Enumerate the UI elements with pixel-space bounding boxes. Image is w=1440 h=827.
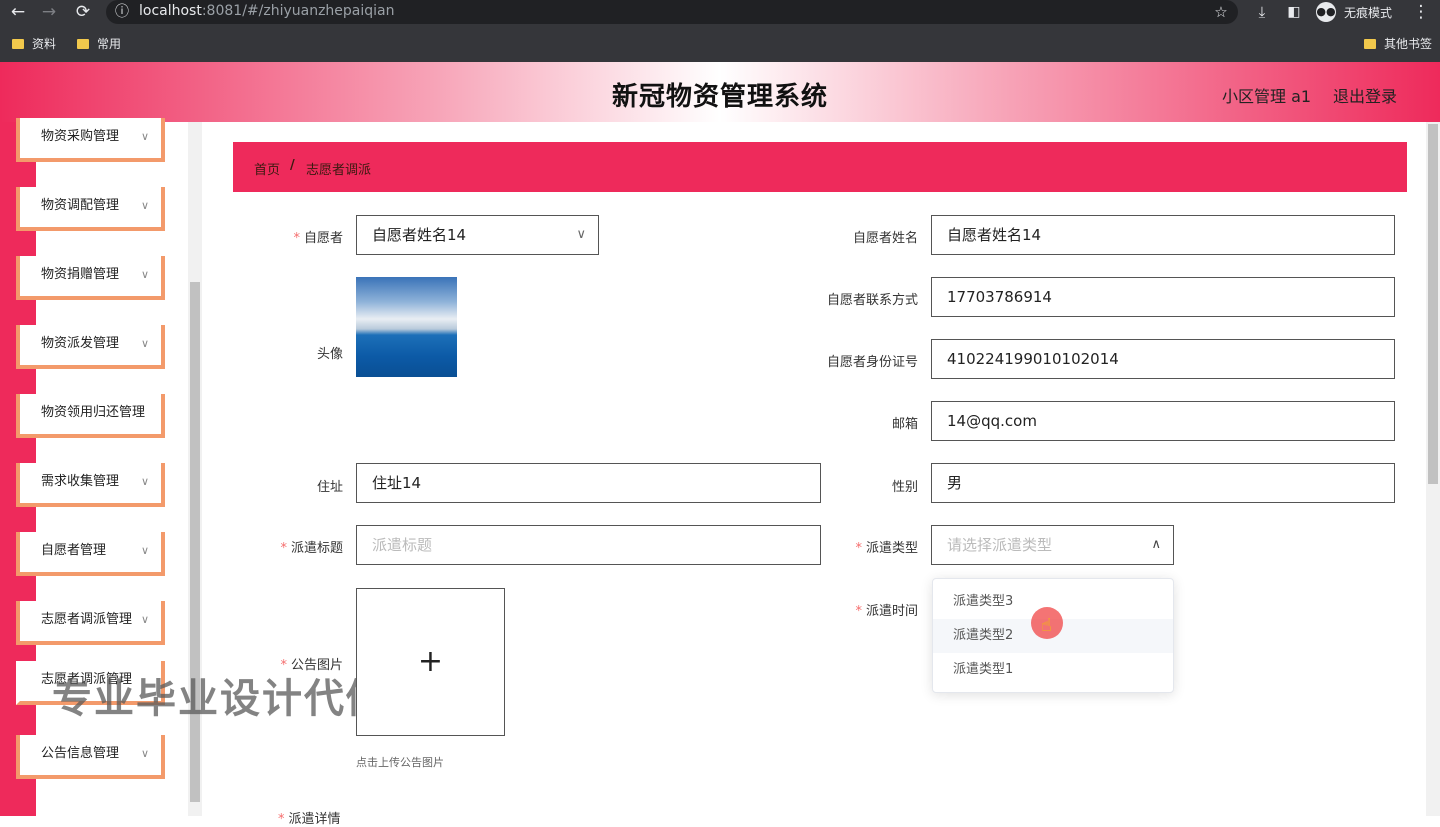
sidebar-item-label: 物资捐赠管理 <box>41 267 120 282</box>
url-text[interactable]: localhost:8081/#/zhiyuanzhepaiqian <box>139 3 395 19</box>
label-text: 自愿者 <box>303 231 343 246</box>
upload-tip: 点击上传公告图片 <box>356 756 444 769</box>
sidebar-item[interactable]: 自愿者管理 ∨ <box>16 532 165 576</box>
dispatch-detail-label: * 派遣详情 <box>278 812 341 827</box>
sidebar-item-label: 物资领用归还管理 <box>41 405 146 420</box>
breadcrumb-separator: / <box>290 158 295 173</box>
url-host: localhost <box>139 3 202 19</box>
idcard-input[interactable]: 410224199010102014 <box>931 339 1395 379</box>
bookmark-bar <box>0 24 1440 62</box>
chevron-down-icon: ∨ <box>140 613 149 626</box>
menu-dots-icon[interactable]: ⋮ <box>1410 1 1432 23</box>
download-icon[interactable]: ⤓ <box>1251 1 1273 23</box>
idcard-label: 自愿者身份证号 <box>826 355 918 370</box>
select-value: 自愿者姓名14 <box>372 226 467 244</box>
sidebar-item-label: 公告信息管理 <box>41 746 120 761</box>
phone-input[interactable]: 17703786914 <box>931 277 1395 317</box>
sidebar-item[interactable]: 公告信息管理 ∨ <box>16 735 165 779</box>
sidebar-item-label: 需求收集管理 <box>41 474 120 489</box>
label-text: 派遣类型 <box>865 541 918 556</box>
sidepanel-icon[interactable]: ◧ <box>1283 1 1305 23</box>
email-label: 邮箱 <box>891 417 918 432</box>
notice-image-label: * 公告图片 <box>280 658 343 673</box>
chevron-down-icon: ∨ <box>140 337 149 350</box>
chevron-down-icon: ∨ <box>140 199 149 212</box>
name-input[interactable]: 自愿者姓名14 <box>931 215 1395 255</box>
chevron-down-icon: ∨ <box>140 747 149 760</box>
logout-link[interactable]: 退出登录 <box>1333 83 1397 107</box>
dispatch-type-select[interactable]: 请选择派遣类型 ∧ <box>931 525 1174 565</box>
incognito-label: 无痕模式 <box>1344 6 1393 20</box>
main-scroll-thumb[interactable] <box>1428 124 1438 484</box>
dispatch-title-label: * 派遣标题 <box>280 541 343 556</box>
breadcrumb <box>233 142 1407 192</box>
sidebar-item[interactable]: 需求收集管理 ∨ <box>16 463 165 507</box>
gender-label: 性别 <box>891 480 918 495</box>
sidebar-item-label: 物资调配管理 <box>41 198 120 213</box>
name-label: 自愿者姓名 <box>852 231 918 246</box>
bookmark-item[interactable]: 资料 <box>12 35 56 52</box>
upload-box[interactable]: + <box>356 588 505 736</box>
label-text: 派遣详情 <box>288 812 341 827</box>
sidebar-item[interactable]: 物资领用归还管理 <box>16 394 165 438</box>
watermark-text: 专业毕业设计代做 <box>52 676 388 722</box>
forward-icon[interactable]: → <box>38 1 60 23</box>
url-path: :8081/#/zhiyuanzhepaiqian <box>201 3 395 19</box>
info-icon[interactable]: ⓘ <box>111 1 133 23</box>
folder-icon <box>12 39 24 49</box>
dispatch-type-label: * 派遣类型 <box>855 541 918 556</box>
dispatch-time-label: * 派遣时间 <box>855 604 918 619</box>
breadcrumb-home[interactable]: 首页 <box>254 159 280 178</box>
incognito-icon[interactable]: ●● <box>1316 2 1336 22</box>
bookmark-label: 资料 <box>32 37 57 51</box>
back-icon[interactable]: ← <box>7 1 29 23</box>
chevron-down-icon: ∨ <box>576 227 586 242</box>
sidebar-item-label: 物资采购管理 <box>41 129 120 144</box>
label-text: 公告图片 <box>290 658 343 673</box>
volunteer-label: * 自愿者 <box>293 231 343 246</box>
sidebar-item-label: 自愿者管理 <box>41 543 107 558</box>
folder-icon <box>1364 39 1376 49</box>
folder-icon <box>77 39 89 49</box>
sidebar-item-label: 志愿者调派管理 <box>41 612 133 627</box>
volunteer-select[interactable]: 自愿者姓名14 ∨ <box>356 215 599 255</box>
dispatch-title-input[interactable]: 派遣标题 <box>356 525 821 565</box>
address-input[interactable]: 住址14 <box>356 463 821 503</box>
bookmark-label: 其他书签 <box>1384 37 1433 51</box>
other-bookmarks[interactable]: 其他书签 <box>1364 35 1432 52</box>
label-text: 派遣时间 <box>865 604 918 619</box>
select-placeholder: 请选择派遣类型 <box>947 536 1053 554</box>
chevron-down-icon: ∨ <box>140 130 149 143</box>
sidebar-item[interactable]: 物资调配管理 ∨ <box>16 187 165 231</box>
email-input[interactable]: 14@qq.com <box>931 401 1395 441</box>
avatar-image <box>356 277 457 377</box>
phone-label: 自愿者联系方式 <box>826 293 918 308</box>
bookmark-label: 常用 <box>97 37 122 51</box>
dropdown-option[interactable]: 派遣类型1 <box>933 653 1173 687</box>
label-text: 派遣标题 <box>290 541 343 556</box>
gender-input[interactable]: 男 <box>931 463 1395 503</box>
sidebar-item[interactable]: 物资采购管理 ∨ <box>16 118 165 162</box>
chevron-down-icon: ∨ <box>140 475 149 488</box>
chevron-down-icon: ∨ <box>140 268 149 281</box>
breadcrumb-current: 志愿者调派 <box>306 163 372 178</box>
chevron-up-icon: ∧ <box>1151 537 1161 552</box>
avatar-label: 头像 <box>316 347 343 362</box>
star-icon[interactable]: ☆ <box>1210 1 1232 23</box>
bookmark-item[interactable]: 常用 <box>77 35 121 52</box>
address-label: 住址 <box>316 480 343 495</box>
current-user: 小区管理 a1 <box>1222 87 1312 106</box>
reload-icon[interactable]: ⟳ <box>72 1 94 23</box>
sidebar-scroll-thumb[interactable] <box>190 282 200 802</box>
chevron-down-icon: ∨ <box>140 544 149 557</box>
sidebar-item[interactable]: 物资捐赠管理 ∨ <box>16 256 165 300</box>
plus-icon: + <box>417 644 444 679</box>
pointer-cursor-icon: ☝ <box>1031 607 1063 639</box>
sidebar-item[interactable]: 志愿者调派管理 ∨ <box>16 601 165 645</box>
sidebar-item-label: 物资派发管理 <box>41 336 120 351</box>
sidebar-item[interactable]: 物资派发管理 ∨ <box>16 325 165 369</box>
